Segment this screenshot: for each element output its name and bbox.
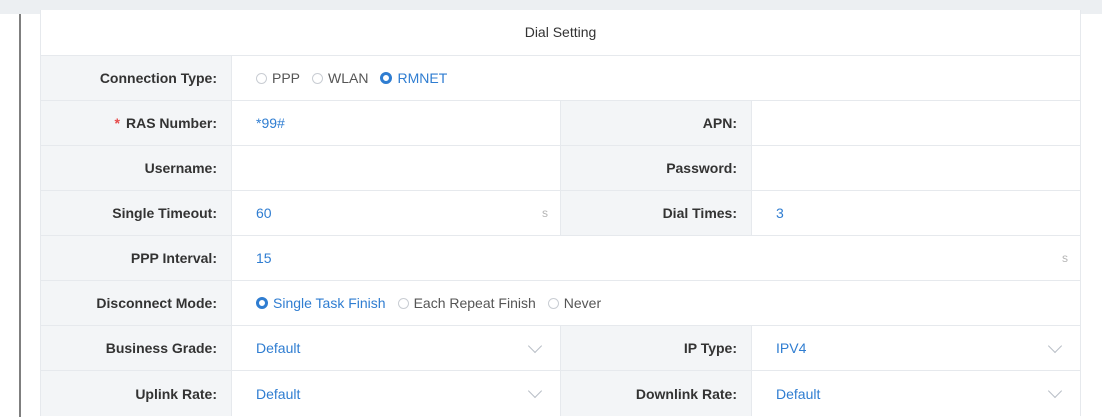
downlink-rate-label: Downlink Rate: [561,371,752,416]
radio-never-circle-icon [547,297,559,309]
radio-never-label: Never [563,295,602,311]
password-label: Password: [561,146,752,190]
row-connection-type: Connection Type: PPP WLAN RMNET [41,56,1080,101]
ppp-interval-unit: s [1062,251,1068,265]
radio-each-repeat-finish[interactable]: Each Repeat Finish [397,295,536,311]
dial-setting-panel: Dial Setting Connection Type: PPP WLAN R… [40,10,1081,416]
ras-number-label: RAS Number: [125,115,217,131]
row-uplink-downlink: Uplink Rate: Default Downlink Rate: Defa… [41,371,1080,416]
ras-number-label-cell: * RAS Number: [41,101,232,145]
ip-type-value: IPV4 [776,340,807,356]
connection-type-radios: PPP WLAN RMNET [232,56,1080,100]
downlink-rate-value: Default [776,385,821,402]
chevron-down-icon [1047,383,1063,399]
ras-number-input[interactable]: *99# [232,101,561,145]
radio-each-repeat-finish-label: Each Repeat Finish [413,295,536,311]
username-label: Username: [41,146,232,190]
ip-type-select[interactable]: IPV4 [752,326,1080,370]
radio-ppp-label: PPP [272,70,301,86]
radio-wlan-circle-icon [312,72,324,84]
single-timeout-unit: s [542,206,548,220]
ip-type-label: IP Type: [561,326,752,370]
ppp-interval-label: PPP Interval: [41,236,232,280]
radio-each-repeat-finish-circle-icon [397,297,409,309]
single-timeout-label: Single Timeout: [41,191,232,235]
single-timeout-value: 60 [256,205,272,221]
dial-times-input[interactable]: 3 [752,191,1080,235]
ppp-interval-input[interactable]: 15 s [232,236,1080,280]
dial-times-label: Dial Times: [561,191,752,235]
ppp-interval-value: 15 [256,250,272,266]
chevron-down-icon [527,338,543,353]
uplink-rate-select[interactable]: Default [232,371,561,416]
required-mark: * [114,115,120,131]
downlink-rate-select[interactable]: Default [752,371,1080,416]
row-disconnect-mode: Disconnect Mode: Single Task Finish Each… [41,281,1080,326]
radio-never[interactable]: Never [547,295,602,311]
radio-wlan[interactable]: WLAN [312,70,368,86]
business-grade-select[interactable]: Default [232,326,561,370]
row-timeout-dialtimes: Single Timeout: 60 s Dial Times: 3 [41,191,1080,236]
connection-type-label: Connection Type: [41,56,232,100]
row-username-password: Username: Password: [41,146,1080,191]
chevron-down-icon [1047,338,1063,353]
row-ppp-interval: PPP Interval: 15 s [41,236,1080,281]
dial-times-value: 3 [776,205,784,221]
row-ras-apn: * RAS Number: *99# APN: [41,101,1080,146]
uplink-rate-label: Uplink Rate: [41,371,232,416]
password-input[interactable] [752,146,1080,190]
radio-single-task-finish-circle-icon [256,297,268,309]
disconnect-mode-radios: Single Task Finish Each Repeat Finish Ne… [232,281,1080,325]
radio-rmnet-label: RMNET [397,70,448,86]
ras-number-value: *99# [256,115,285,131]
uplink-rate-value: Default [256,385,301,402]
left-rule [19,14,21,417]
apn-label: APN: [561,101,752,145]
business-grade-value: Default [256,340,301,356]
username-input[interactable] [232,146,561,190]
apn-input[interactable] [752,101,1080,145]
single-timeout-input[interactable]: 60 s [232,191,561,235]
chevron-down-icon [527,383,543,399]
disconnect-mode-label: Disconnect Mode: [41,281,232,325]
radio-rmnet-circle-icon [380,72,393,84]
panel-title: Dial Setting [41,10,1080,56]
radio-ppp[interactable]: PPP [256,70,300,86]
radio-rmnet[interactable]: RMNET [380,70,447,86]
row-business-iptype: Business Grade: Default IP Type: IPV4 [41,326,1080,371]
business-grade-label: Business Grade: [41,326,232,370]
radio-single-task-finish[interactable]: Single Task Finish [256,295,386,311]
radio-single-task-finish-label: Single Task Finish [273,295,386,311]
radio-wlan-label: WLAN [328,70,369,86]
radio-ppp-circle-icon [256,72,267,84]
